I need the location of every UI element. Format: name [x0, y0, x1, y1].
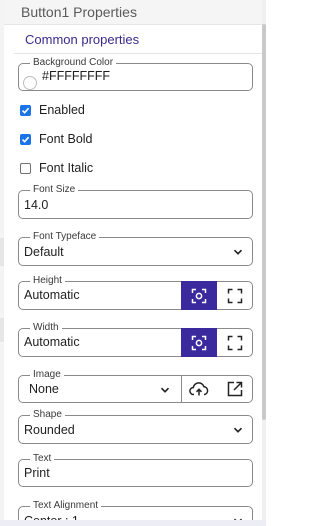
- check-icon: [21, 107, 30, 114]
- font-size-value: 14.0: [24, 198, 49, 212]
- font-typeface-label: Font Typeface: [30, 230, 100, 244]
- fill-parent-icon: [227, 335, 243, 350]
- width-field[interactable]: Width Automatic: [18, 321, 253, 357]
- font-italic-checkbox[interactable]: [20, 162, 31, 174]
- text-label: Text: [30, 452, 55, 466]
- check-icon: [21, 136, 30, 143]
- vertical-scrollbar[interactable]: [262, 0, 266, 526]
- height-value: Automatic: [24, 288, 80, 302]
- left-rail: [0, 0, 4, 526]
- width-label: Width: [30, 321, 62, 335]
- enabled-checkbox-row[interactable]: Enabled: [20, 102, 85, 118]
- image-field[interactable]: Image None: [18, 368, 253, 403]
- cloud-upload-icon[interactable]: [189, 380, 209, 398]
- shape-dropdown[interactable]: Shape Rounded: [18, 408, 253, 444]
- font-size-label: Font Size: [30, 183, 79, 197]
- chevron-down-icon: [233, 427, 243, 433]
- chevron-down-icon[interactable]: [159, 384, 171, 396]
- enabled-checkbox[interactable]: [20, 104, 31, 116]
- width-fit-content-button[interactable]: [181, 328, 217, 357]
- text-field[interactable]: Text Print: [18, 452, 253, 487]
- height-label: Height: [30, 274, 65, 288]
- color-swatch[interactable]: [23, 76, 37, 90]
- font-bold-label: Font Bold: [39, 132, 93, 146]
- scrollbar-thumb[interactable]: [262, 24, 266, 420]
- font-size-field[interactable]: Font Size 14.0: [18, 183, 253, 219]
- image-label: Image: [30, 368, 64, 382]
- height-field[interactable]: Height Automatic: [18, 274, 253, 310]
- font-italic-label: Font Italic: [39, 161, 94, 175]
- width-fill-parent-button[interactable]: [217, 328, 253, 357]
- font-italic-checkbox-row[interactable]: Font Italic: [20, 160, 93, 176]
- panel-title: Button1 Properties: [21, 4, 137, 20]
- height-fill-parent-button[interactable]: [217, 281, 253, 310]
- text-alignment-label: Text Alignment: [30, 499, 102, 513]
- section-divider: [14, 53, 262, 54]
- font-bold-checkbox[interactable]: [20, 133, 31, 145]
- fill-parent-icon: [227, 288, 243, 303]
- font-typeface-value: Default: [24, 245, 64, 259]
- shape-label: Shape: [30, 408, 65, 422]
- background-color-value: #FFFFFFFF: [42, 69, 111, 83]
- height-fit-content-button[interactable]: [181, 281, 217, 310]
- font-typeface-dropdown[interactable]: Font Typeface Default: [18, 230, 253, 266]
- font-bold-checkbox-row[interactable]: Font Bold: [20, 131, 93, 147]
- chevron-down-icon: [233, 249, 243, 255]
- fit-content-icon: [191, 288, 207, 303]
- properties-panel: Button1 Properties Common properties Bac…: [0, 0, 262, 526]
- section-title[interactable]: Common properties: [25, 32, 139, 47]
- fit-content-icon: [191, 335, 207, 350]
- background-color-field[interactable]: Background Color #FFFFFFFF: [18, 56, 253, 91]
- enabled-label: Enabled: [39, 103, 85, 117]
- image-divider: [181, 376, 182, 402]
- rail-marker: [0, 238, 4, 266]
- width-value: Automatic: [24, 335, 80, 349]
- bottom-edge: [0, 520, 266, 526]
- shape-value: Rounded: [24, 423, 75, 437]
- text-value: Print: [24, 466, 50, 480]
- open-external-icon[interactable]: [226, 380, 244, 398]
- rail-marker: [0, 318, 4, 342]
- image-value: None: [29, 382, 59, 396]
- panel-header: Button1 Properties: [4, 0, 262, 25]
- background-color-label: Background Color: [30, 56, 117, 70]
